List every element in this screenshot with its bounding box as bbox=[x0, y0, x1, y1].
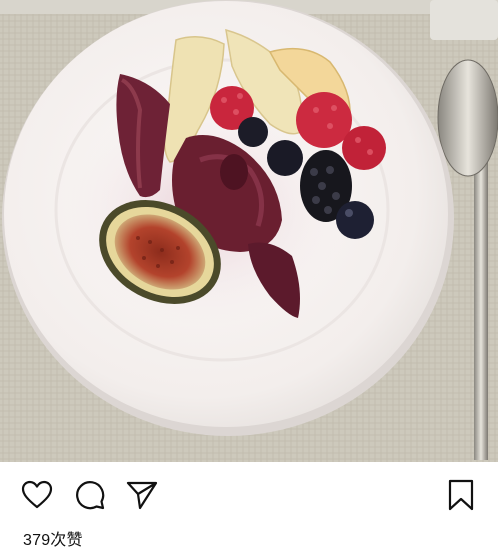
send-icon bbox=[126, 481, 158, 510]
napkin bbox=[430, 0, 498, 40]
likes-count[interactable]: 379次赞 bbox=[23, 526, 83, 550]
comment-icon bbox=[76, 481, 105, 510]
heart-icon bbox=[21, 480, 53, 509]
share-button[interactable] bbox=[125, 478, 159, 512]
post-photo[interactable] bbox=[0, 0, 498, 462]
bookmark-icon bbox=[448, 479, 474, 511]
photo-illustration bbox=[0, 0, 498, 462]
post-actions-bar bbox=[0, 462, 498, 522]
save-button[interactable] bbox=[444, 478, 478, 512]
comment-button[interactable] bbox=[73, 478, 107, 512]
like-button[interactable] bbox=[20, 478, 54, 512]
